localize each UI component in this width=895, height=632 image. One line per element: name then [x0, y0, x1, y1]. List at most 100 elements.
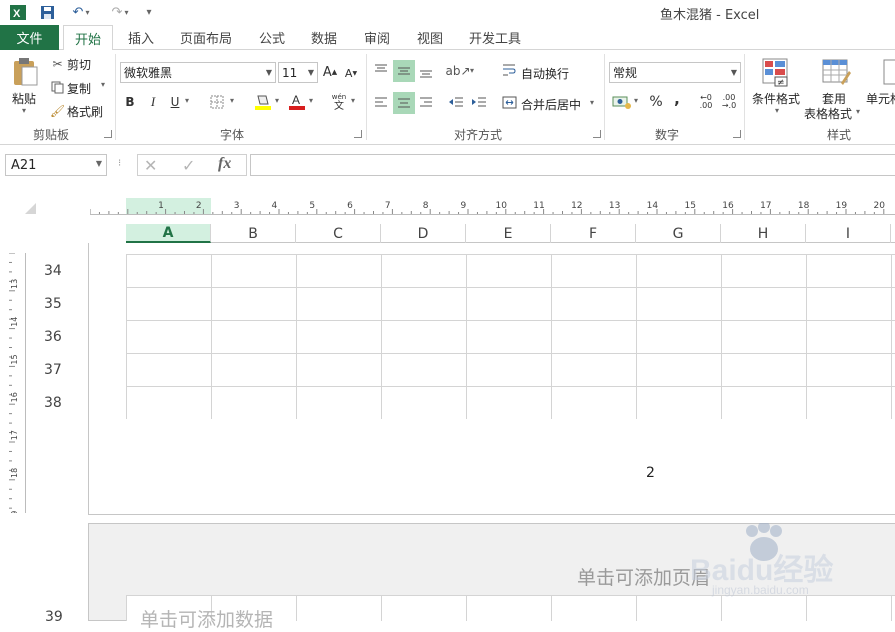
- tab-view[interactable]: 视图: [408, 25, 452, 50]
- increase-font-icon[interactable]: A ▲: [322, 63, 338, 81]
- font-size-value: 11: [282, 65, 298, 80]
- conditional-formatting-icon: ≠: [760, 56, 792, 88]
- comma-button[interactable]: ,: [671, 90, 683, 108]
- format-as-table-button[interactable]: 表格格式: [804, 105, 852, 122]
- font-size-combo[interactable]: 11 ▼: [278, 62, 318, 83]
- save-icon[interactable]: [37, 3, 57, 21]
- conditional-dropdown-icon[interactable]: ▾: [775, 106, 779, 115]
- orientation-icon[interactable]: ab↗: [445, 61, 470, 81]
- undo-icon[interactable]: ↶ ▾: [66, 3, 96, 21]
- row-header-35[interactable]: 35: [44, 287, 81, 320]
- clipboard-launcher-icon[interactable]: [104, 130, 112, 138]
- paste-button[interactable]: 粘贴: [12, 90, 36, 107]
- data-placeholder[interactable]: 单击可添加数据: [140, 605, 273, 632]
- tab-developer[interactable]: 开发工具: [463, 25, 527, 50]
- conditional-formatting-button[interactable]: 条件格式: [752, 90, 800, 107]
- tab-home[interactable]: 开始: [63, 25, 113, 51]
- tab-formulas[interactable]: 公式: [250, 25, 294, 50]
- fill-color-icon[interactable]: [253, 93, 273, 111]
- wrap-text-button[interactable]: 自动换行: [521, 65, 569, 82]
- font-color-dropdown-icon[interactable]: ▾: [309, 96, 313, 105]
- column-header-c[interactable]: C: [296, 224, 381, 243]
- orientation-dropdown-icon[interactable]: ▾: [470, 66, 474, 75]
- align-top-icon[interactable]: [371, 60, 391, 80]
- borders-dropdown-icon[interactable]: ▾: [230, 96, 234, 105]
- align-bottom-icon[interactable]: [416, 62, 436, 82]
- cell-grid[interactable]: [126, 254, 895, 419]
- merge-center-button[interactable]: 合并后居中: [521, 96, 581, 113]
- column-header-e[interactable]: E: [466, 224, 551, 243]
- column-header-b[interactable]: B: [211, 224, 296, 243]
- increase-indent-icon[interactable]: [469, 92, 489, 112]
- row-header-37[interactable]: 37: [44, 353, 81, 386]
- number-launcher-icon[interactable]: [733, 130, 741, 138]
- redo-icon[interactable]: ↷ ▾: [105, 3, 135, 21]
- ruler-label: 4: [272, 201, 278, 211]
- underline-dropdown-icon[interactable]: ▾: [185, 96, 189, 105]
- tab-file[interactable]: 文件: [0, 25, 59, 50]
- decrease-decimal-icon[interactable]: .00 →.0: [719, 93, 739, 111]
- cancel-icon[interactable]: ✕: [144, 156, 157, 175]
- increase-decimal-icon[interactable]: ←0.00: [696, 93, 716, 111]
- decrease-indent-icon[interactable]: [446, 92, 466, 112]
- select-all-icon[interactable]: [25, 203, 36, 214]
- worksheet-area: 1 2 3 4 5 6 7 8 9 10 11 12 13 14 15 16 17 18 19 20 13 14 15 16…: [0, 185, 895, 631]
- customize-toolbar-icon[interactable]: ▾: [142, 3, 156, 21]
- column-header-a[interactable]: A: [126, 224, 211, 243]
- formula-input[interactable]: [250, 154, 895, 176]
- insert-function-button[interactable]: fx: [218, 155, 231, 173]
- number-group-label: 数字: [655, 128, 680, 142]
- cell-styles-button[interactable]: 单元格: [866, 90, 895, 107]
- align-right-icon[interactable]: [416, 92, 436, 112]
- column-header-g[interactable]: G: [636, 224, 721, 243]
- accounting-dropdown-icon[interactable]: ▾: [634, 96, 638, 105]
- chevron-down-icon: ▼: [307, 68, 314, 77]
- copy-button[interactable]: 复制: [67, 80, 91, 97]
- borders-icon[interactable]: [208, 94, 226, 110]
- name-box[interactable]: A21 ▼: [5, 154, 107, 176]
- paste-icon[interactable]: [10, 56, 40, 88]
- table-format-dropdown-icon[interactable]: ▾: [856, 107, 860, 116]
- row-header-38[interactable]: 38: [44, 386, 81, 419]
- paste-dropdown-icon[interactable]: ▾: [22, 106, 26, 115]
- align-center-icon[interactable]: [393, 92, 415, 114]
- column-header-f[interactable]: F: [551, 224, 636, 243]
- percent-button[interactable]: %: [647, 93, 665, 111]
- phonetic-icon[interactable]: wén 文: [328, 92, 350, 112]
- separator: [115, 54, 116, 140]
- fill-color-dropdown-icon[interactable]: ▾: [275, 96, 279, 105]
- font-name-combo[interactable]: 微软雅黑 ▼: [120, 62, 276, 83]
- align-middle-icon[interactable]: [393, 60, 415, 82]
- column-header-i[interactable]: I: [806, 224, 891, 243]
- cut-button[interactable]: 剪切: [67, 56, 91, 73]
- formula-bar: A21 ▼ ⁝ ✕ ✓ fx: [0, 145, 895, 185]
- accounting-icon[interactable]: [611, 93, 633, 111]
- row-header-34[interactable]: 34: [44, 254, 81, 287]
- number-format-combo[interactable]: 常规 ▼: [609, 62, 741, 83]
- row-header-36[interactable]: 36: [44, 320, 81, 353]
- tab-insert[interactable]: 插入: [120, 25, 162, 50]
- italic-button[interactable]: I: [146, 94, 160, 110]
- column-header-h[interactable]: H: [721, 224, 806, 243]
- alignment-launcher-icon[interactable]: [593, 130, 601, 138]
- merge-dropdown-icon[interactable]: ▾: [590, 98, 594, 107]
- ruler-label: 13: [10, 279, 19, 289]
- format-painter-button[interactable]: 格式刷: [67, 103, 103, 120]
- tab-page-layout[interactable]: 页面布局: [172, 25, 240, 50]
- tab-review[interactable]: 审阅: [355, 25, 399, 50]
- underline-button[interactable]: U: [168, 94, 182, 110]
- phonetic-dropdown-icon[interactable]: ▾: [351, 96, 355, 105]
- decrease-font-icon[interactable]: A ▼: [344, 65, 358, 81]
- bold-button[interactable]: B: [123, 94, 137, 110]
- column-header-d[interactable]: D: [381, 224, 466, 243]
- tab-data[interactable]: 数据: [302, 25, 346, 50]
- copy-dropdown-icon[interactable]: ▾: [101, 80, 105, 89]
- separator: [744, 54, 745, 140]
- row-header-39[interactable]: 39: [45, 609, 63, 625]
- align-left-icon[interactable]: [371, 92, 391, 112]
- font-launcher-icon[interactable]: [354, 130, 362, 138]
- enter-icon[interactable]: ✓: [182, 156, 195, 175]
- merge-center-icon: [501, 94, 517, 110]
- font-color-icon[interactable]: A: [287, 93, 307, 111]
- window-title: 鱼木混猪 - Excel: [660, 8, 760, 23]
